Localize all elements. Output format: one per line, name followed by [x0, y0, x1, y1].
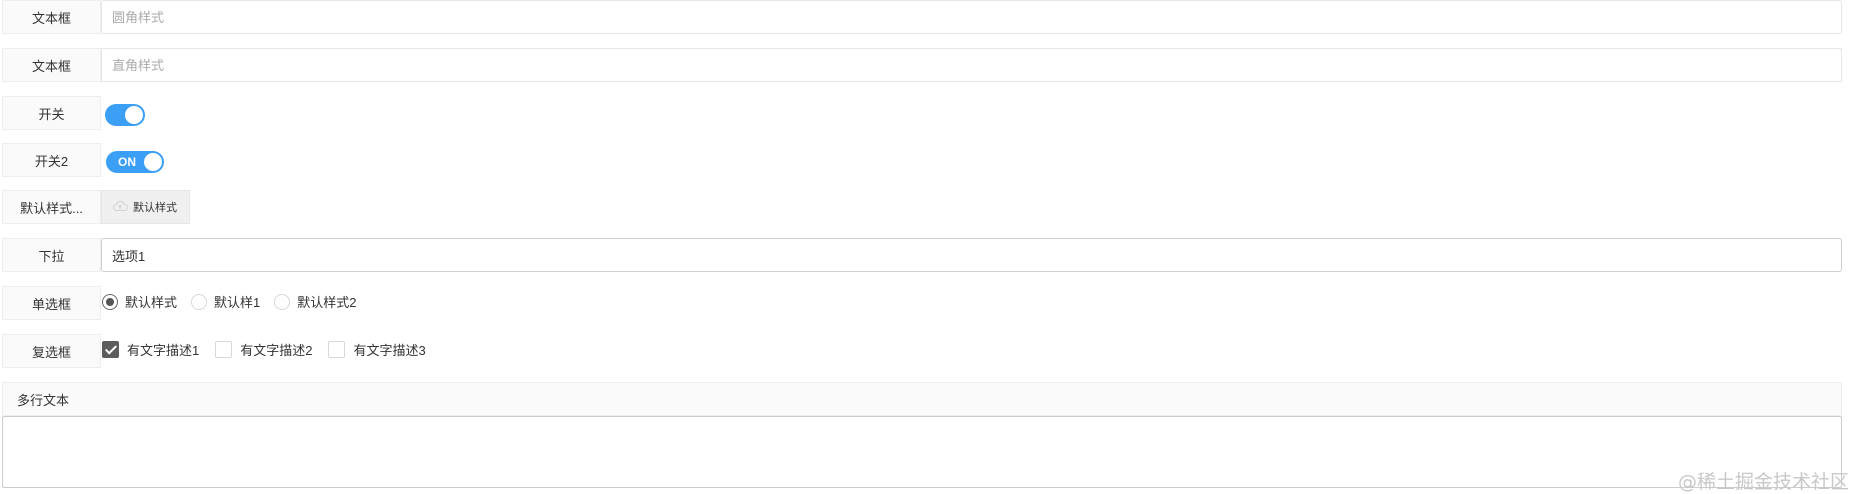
- radio-button[interactable]: [191, 293, 208, 310]
- radio-group: 默认样式 默认样1 默认样式2: [102, 292, 370, 311]
- checkbox-option[interactable]: 有文字描述3: [328, 340, 426, 359]
- form-row-upload: 默认样式... 默认样式: [2, 190, 1853, 224]
- watermark: @稀土掘金技术社区: [1677, 471, 1849, 493]
- form-row-select: 下拉 选项1: [2, 238, 1853, 272]
- dropdown-selected-value: 选项1: [112, 248, 146, 264]
- switch-knob: [125, 106, 143, 124]
- textarea-label: 多行文本: [2, 382, 1842, 416]
- form-row-switch: 开关: [2, 96, 1853, 130]
- radio-option[interactable]: 默认样1: [191, 292, 260, 311]
- form-row-textbox-rounded: 文本框: [2, 0, 1853, 34]
- field-label: 文本框: [2, 48, 101, 82]
- form-row-textbox-square: 文本框: [2, 48, 1853, 82]
- checkbox-option[interactable]: 有文字描述1: [102, 340, 199, 359]
- radio-option[interactable]: 默认样式: [102, 292, 177, 311]
- multiline-textarea[interactable]: [2, 416, 1842, 488]
- radio-label: 默认样式2: [297, 295, 357, 310]
- field-label: 默认样式...: [2, 190, 101, 224]
- checkbox-label: 有文字描述1: [127, 343, 200, 358]
- field-label: 下拉: [2, 238, 101, 272]
- checkbox-option[interactable]: 有文字描述2: [215, 340, 312, 359]
- upload-button[interactable]: 默认样式: [101, 190, 190, 224]
- radio-label: 默认样式: [125, 295, 178, 310]
- toggle-switch-with-text[interactable]: ON: [106, 151, 164, 173]
- field-label: 复选框: [2, 334, 101, 368]
- radio-button-checked[interactable]: [102, 293, 118, 310]
- field-label: 开关: [2, 96, 101, 130]
- switch-knob: [144, 153, 162, 171]
- upload-cloud-icon: [112, 200, 128, 215]
- radio-option[interactable]: 默认样式2: [274, 292, 356, 311]
- upload-button-label: 默认样式: [133, 202, 177, 214]
- switch-on-text: ON: [118, 155, 136, 169]
- field-label: 开关2: [2, 143, 101, 177]
- checkbox[interactable]: [215, 341, 233, 358]
- radio-button[interactable]: [274, 293, 291, 310]
- toggle-switch[interactable]: [105, 104, 145, 126]
- radio-label: 默认样1: [214, 295, 261, 310]
- checkbox[interactable]: [328, 341, 346, 358]
- checkbox-checked[interactable]: [102, 341, 119, 358]
- checkbox-label: 有文字描述3: [353, 343, 426, 358]
- checkbox-group: 有文字描述1 有文字描述2 有文字描述3: [102, 340, 442, 359]
- dropdown-select[interactable]: 选项1: [101, 238, 1842, 272]
- form-row-switch2: 开关2 ON: [2, 143, 1853, 177]
- form-row-radio: 单选框 默认样式 默认样1 默认样式2: [2, 286, 1853, 320]
- textbox-rounded-input[interactable]: [101, 0, 1842, 34]
- field-label: 单选框: [2, 286, 101, 320]
- checkbox-label: 有文字描述2: [240, 343, 313, 358]
- field-label: 文本框: [2, 0, 101, 34]
- textbox-square-input[interactable]: [101, 48, 1842, 82]
- form-row-checkbox: 复选框 有文字描述1 有文字描述2 有文字描述3: [2, 334, 1853, 368]
